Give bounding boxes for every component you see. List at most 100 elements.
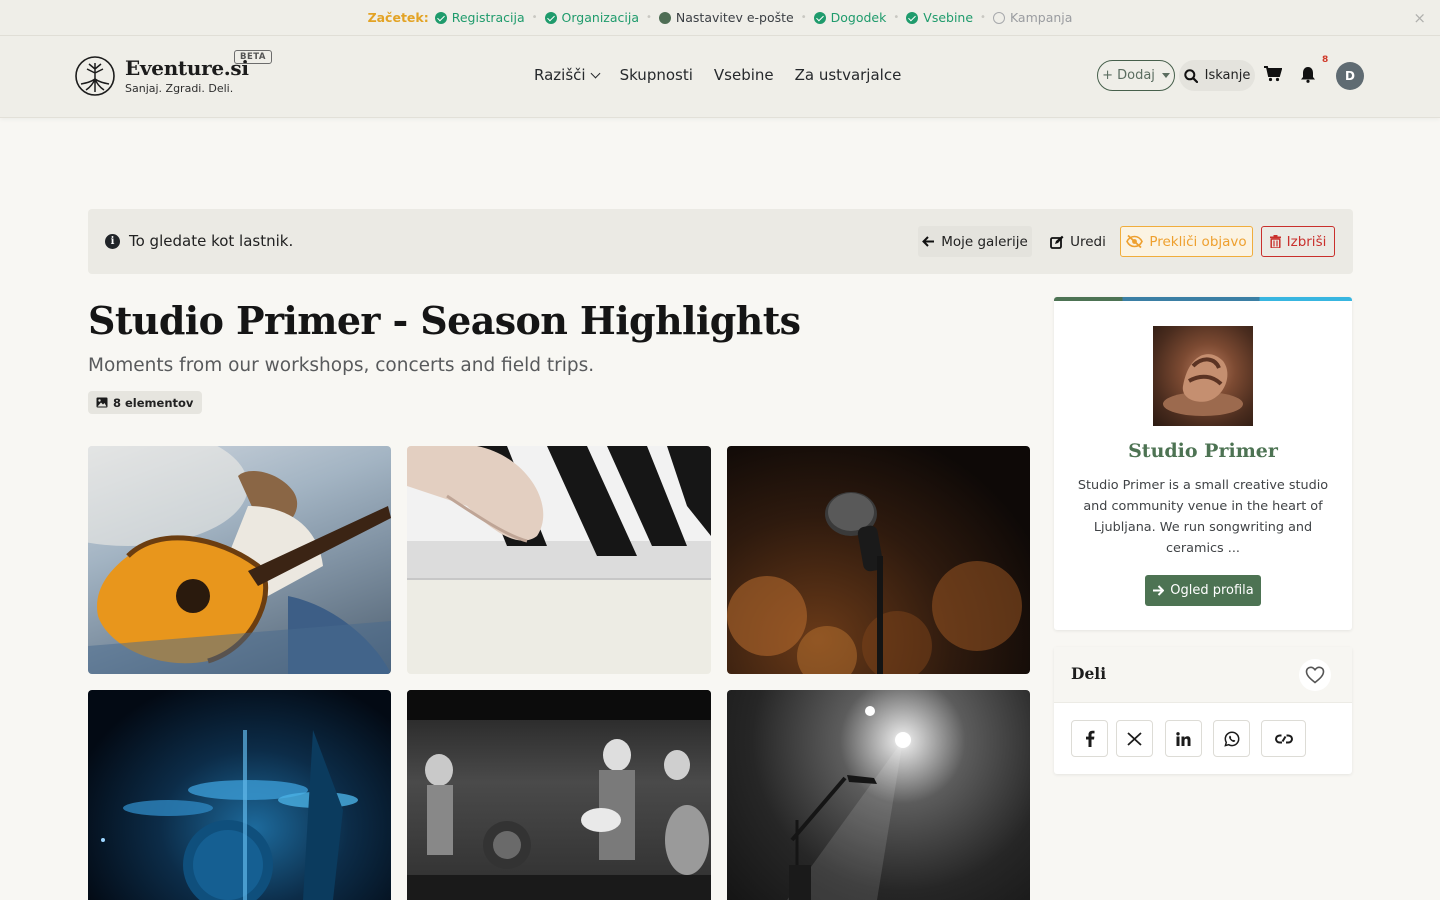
step-label: Nastavitev e-pošte <box>675 10 794 25</box>
button-label: Izbriši <box>1286 233 1327 250</box>
button-label: Prekliči objavo <box>1149 233 1247 250</box>
info-icon: i <box>105 233 120 249</box>
x-icon <box>1127 731 1142 746</box>
brand-link[interactable]: Eventure.si Sanjaj. Zgradi. Deli. <box>74 55 249 97</box>
piano-photo <box>407 446 711 580</box>
band-photo <box>407 690 711 900</box>
nav-za-ustvarjalce[interactable]: Za ustvarjalce <box>795 66 902 84</box>
nav-label: Vsebine <box>713 66 774 84</box>
onboarding-step-nastavitev[interactable]: Nastavitev e-pošte <box>658 10 794 25</box>
tree-logo-icon <box>75 56 115 96</box>
nav-razisci[interactable]: Razišči <box>534 66 601 84</box>
button-label: Moje galerije <box>941 233 1028 250</box>
view-profile-button[interactable]: Ogled profila <box>1145 575 1261 606</box>
my-galleries-button[interactable]: Moje galerije <box>918 226 1032 257</box>
step-label: Registracija <box>451 10 525 25</box>
site-header: Eventure.si Sanjaj. Zgradi. Deli. BETA R… <box>0 36 1440 118</box>
brand-name: Eventure.si <box>125 56 249 80</box>
nav-skupnosti[interactable]: Skupnosti <box>620 66 693 84</box>
onboarding-step-organizacija[interactable]: Organizacija <box>544 10 639 25</box>
avatar[interactable]: D <box>1336 62 1364 90</box>
profile-name[interactable]: Studio Primer <box>1054 440 1352 462</box>
button-label: Ogled profila <box>1170 583 1254 598</box>
bell-icon[interactable] <box>1300 66 1316 83</box>
edit-icon <box>1050 235 1064 249</box>
brand-tagline: Sanjaj. Zgradi. Deli. <box>125 82 234 95</box>
step-label: Kampanja <box>1009 10 1073 25</box>
main-nav: Razišči Skupnosti Vsebine Za ustvarjalce <box>534 66 922 84</box>
onboarding-step-registracija[interactable]: Registracija <box>434 10 525 25</box>
close-icon[interactable]: × <box>1413 9 1426 27</box>
ceramics-photo <box>1163 354 1243 416</box>
spotlight-photo <box>787 706 911 900</box>
link-icon <box>1274 734 1293 743</box>
current-step-icon <box>658 11 671 24</box>
empty-circle-icon <box>992 11 1005 24</box>
gallery-item-band[interactable] <box>407 690 711 900</box>
copy-link-button[interactable] <box>1261 720 1306 757</box>
button-label: Uredi <box>1070 233 1106 250</box>
favorite-button[interactable] <box>1299 659 1331 691</box>
owner-notice: i To gledate kot lastnik. <box>105 232 293 250</box>
share-facebook-button[interactable] <box>1071 720 1108 757</box>
facebook-icon <box>1085 730 1094 747</box>
delete-button[interactable]: Izbriši <box>1261 226 1335 257</box>
gallery-item-guitar[interactable] <box>88 446 391 674</box>
search-button[interactable]: Iskanje <box>1179 60 1255 91</box>
check-circle-icon <box>434 11 447 24</box>
whatsapp-icon <box>1223 730 1239 747</box>
gallery-item-spotlight[interactable] <box>727 690 1030 900</box>
eye-slash-icon <box>1126 235 1144 248</box>
page-subtitle: Moments from our workshops, concerts and… <box>88 355 595 376</box>
step-label: Organizacija <box>561 10 639 25</box>
arrow-left-icon <box>922 236 935 247</box>
profile-card: Studio Primer Studio Primer is a small c… <box>1054 297 1352 630</box>
search-button-label: Iskanje <box>1204 68 1251 83</box>
guitar-photo <box>88 446 391 674</box>
microphone-photo <box>727 492 1022 674</box>
cart-icon[interactable] <box>1264 66 1282 82</box>
gallery-item-microphone[interactable] <box>727 446 1030 674</box>
separator: • <box>980 12 986 23</box>
add-button-label: + Dodaj <box>1102 68 1155 83</box>
check-circle-icon <box>906 11 919 24</box>
onboarding-step-kampanja[interactable]: Kampanja <box>992 10 1073 25</box>
nav-label: Za ustvarjalce <box>794 66 902 84</box>
separator: • <box>531 12 538 23</box>
caret-down-icon <box>1161 73 1170 78</box>
onboarding-lead: Začetek: <box>367 10 429 25</box>
image-icon <box>96 397 108 408</box>
notification-count: 8 <box>1322 55 1329 65</box>
onboarding-step-vsebine[interactable]: Vsebine <box>906 10 973 25</box>
profile-image[interactable] <box>1153 326 1253 426</box>
card-accent-bar <box>1054 297 1352 301</box>
profile-description: Studio Primer is a small creative studio… <box>1077 478 1329 556</box>
arrow-right-icon <box>1153 585 1165 596</box>
onboarding-bar: Začetek: Registracija • Organizacija • N… <box>0 0 1440 36</box>
nav-label: Skupnosti <box>619 66 693 84</box>
onboarding-step-dogodek[interactable]: Dogodek <box>813 10 887 25</box>
share-title: Deli <box>1071 664 1107 683</box>
nav-vsebine[interactable]: Vsebine <box>714 66 774 84</box>
beta-badge: BETA <box>234 50 273 64</box>
separator: • <box>893 12 900 23</box>
gallery-item-piano[interactable] <box>407 446 711 674</box>
share-header: Deli <box>1054 647 1352 703</box>
check-circle-icon <box>813 11 826 24</box>
linkedin-icon <box>1176 731 1191 746</box>
item-count-badge: 8 elementov <box>88 391 203 414</box>
add-button[interactable]: + Dodaj <box>1097 60 1175 91</box>
trash-icon <box>1269 235 1281 248</box>
owner-notice-bar: i To gledate kot lastnik. Moje galerije … <box>88 209 1353 274</box>
share-x-button[interactable] <box>1116 720 1153 757</box>
separator: • <box>800 12 807 23</box>
owner-notice-text: To gledate kot lastnik. <box>129 232 294 250</box>
step-label: Dogodek <box>830 10 887 25</box>
unpublish-button[interactable]: Prekliči objavo <box>1120 226 1253 257</box>
drums-photo <box>101 730 358 900</box>
gallery-item-drums[interactable] <box>88 690 391 900</box>
nav-label: Razišči <box>534 66 586 84</box>
edit-button[interactable]: Uredi <box>1043 226 1113 257</box>
share-whatsapp-button[interactable] <box>1213 720 1250 757</box>
share-linkedin-button[interactable] <box>1165 720 1202 757</box>
